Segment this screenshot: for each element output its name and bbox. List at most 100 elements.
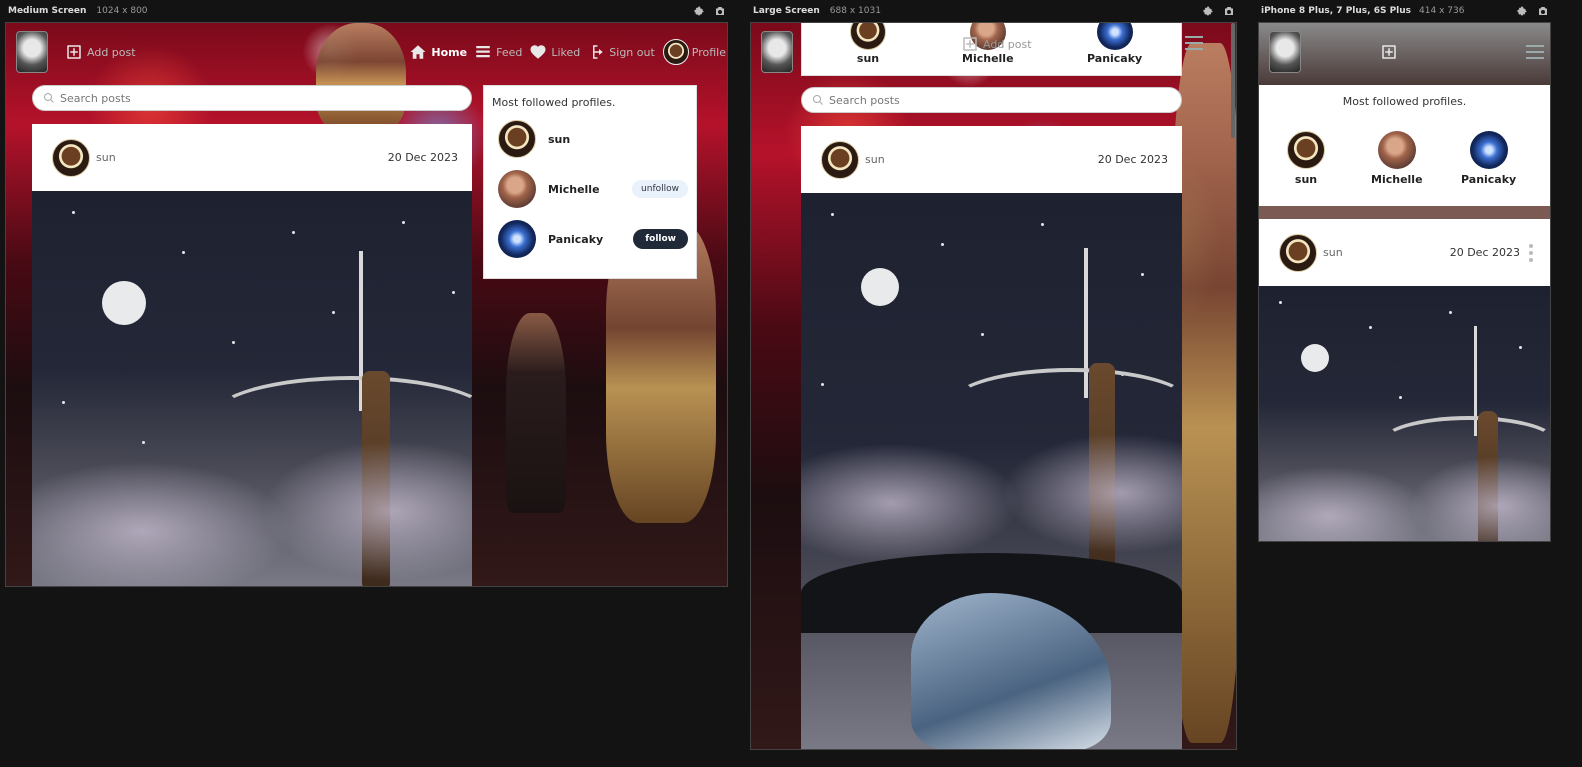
image-star: [1369, 326, 1372, 329]
plus-square-icon: [960, 34, 980, 54]
post-author-avatar[interactable]: [52, 138, 90, 177]
profile-avatar-sun[interactable]: [1287, 131, 1325, 169]
nav-feed-label: Feed: [496, 45, 523, 59]
panel-title: iPhone 8 Plus, 7 Plus, 6S Plus: [1261, 6, 1412, 16]
image-clouds: [1001, 433, 1182, 553]
profile-avatar-panicaky[interactable]: [498, 220, 536, 258]
preview-panel-large: Large Screen 688 x 1031 sun Michelle Pan…: [750, 0, 1237, 750]
profile-name-sun[interactable]: sun: [548, 133, 570, 146]
nav-sign-out[interactable]: Sign out: [586, 42, 655, 62]
plus-square-icon: [64, 42, 84, 62]
site-logo[interactable]: [16, 31, 48, 73]
scrollbar-thumb[interactable]: [1231, 23, 1235, 138]
search-bar[interactable]: [801, 87, 1182, 113]
viewport-large: sun Michelle Panicaky Add post sun 20: [750, 22, 1237, 750]
gear-icon[interactable]: [1201, 5, 1214, 18]
unfollow-button[interactable]: unfollow: [632, 180, 688, 198]
profile-card-panicaky: Panicaky: [1461, 131, 1516, 186]
panel-header: Large Screen 688 x 1031: [750, 0, 1237, 22]
camera-icon[interactable]: [713, 5, 726, 18]
viewport-medium: Add post Home Feed Liked Sign out Profil…: [5, 22, 728, 587]
camera-icon[interactable]: [1222, 5, 1235, 18]
post-author-name[interactable]: sun: [1323, 246, 1343, 259]
nav-feed[interactable]: Feed: [473, 42, 522, 62]
post-author-name[interactable]: sun: [865, 153, 885, 166]
most-followed-panel: Most followed profiles. sun Michelle Pan…: [1259, 85, 1550, 206]
search-input[interactable]: [60, 91, 461, 105]
plus-square-icon: [1379, 42, 1399, 62]
profile-name-panicaky[interactable]: Panicaky: [1087, 52, 1142, 65]
profile-avatar-sun[interactable]: [498, 120, 536, 158]
profile-name-michelle[interactable]: Michelle: [1371, 173, 1423, 186]
most-followed-panel: Most followed profiles. sun Michelle unf…: [483, 85, 697, 279]
image-star: [402, 221, 405, 224]
image-star: [292, 231, 295, 234]
image-star: [1041, 223, 1044, 226]
post-author-name[interactable]: sun: [96, 151, 116, 164]
nav-add-post[interactable]: Add post: [64, 42, 136, 62]
panel-dimensions: 414 x 736: [1419, 6, 1465, 16]
profile-avatar-panicaky[interactable]: [1096, 23, 1133, 50]
image-star: [142, 441, 145, 444]
search-input[interactable]: [829, 93, 1171, 107]
home-icon: [408, 42, 428, 62]
nav-add-post-label: Add post: [87, 45, 136, 59]
image-clouds: [1409, 456, 1550, 541]
search-bar[interactable]: [32, 85, 472, 111]
search-icon: [812, 94, 823, 105]
image-star: [1279, 301, 1282, 304]
profile-avatar-michelle[interactable]: [498, 170, 536, 208]
image-star: [831, 213, 834, 216]
image-moon: [861, 268, 899, 306]
image-clouds: [801, 443, 1021, 563]
hamburger-icon[interactable]: [1185, 36, 1203, 50]
image-moon: [102, 281, 146, 325]
most-followed-title: Most followed profiles.: [1342, 95, 1467, 108]
gear-icon[interactable]: [692, 5, 705, 18]
profile-name-michelle[interactable]: Michelle: [548, 183, 600, 196]
post-author-avatar[interactable]: [1279, 233, 1317, 272]
post-header: sun 20 Dec 2023: [801, 126, 1182, 193]
profile-name-sun[interactable]: sun: [857, 52, 879, 65]
camera-icon[interactable]: [1536, 5, 1549, 18]
site-logo[interactable]: [761, 31, 793, 73]
site-logo[interactable]: [1269, 31, 1301, 73]
post-image[interactable]: [801, 193, 1182, 749]
image-star: [1399, 396, 1402, 399]
profile-row-sun: sun: [492, 119, 688, 159]
gear-icon[interactable]: [1515, 5, 1528, 18]
nav-add-post[interactable]: Add post: [960, 34, 1032, 54]
search-icon: [43, 92, 54, 103]
profile-avatar-sun[interactable]: [850, 23, 886, 50]
image-star: [72, 211, 75, 214]
post-header: sun 20 Dec 2023: [32, 124, 472, 191]
hamburger-icon[interactable]: [1526, 45, 1544, 59]
nav-liked-label: Liked: [551, 45, 581, 59]
more-vertical-icon[interactable]: [1526, 243, 1536, 262]
nav-home-label: Home: [431, 45, 468, 59]
nav-liked[interactable]: Liked: [528, 42, 580, 62]
profile-avatar-michelle[interactable]: [1377, 131, 1416, 169]
image-star: [232, 341, 235, 344]
post-author-avatar[interactable]: [821, 140, 859, 179]
post-header: sun 20 Dec 2023: [1259, 219, 1550, 286]
profile-avatar-panicaky[interactable]: [1469, 131, 1508, 169]
profile-name-panicaky[interactable]: Panicaky: [1461, 173, 1516, 186]
image-star: [332, 311, 335, 314]
profile-card-sun: sun: [1287, 131, 1325, 186]
image-star: [182, 251, 185, 254]
post-image[interactable]: [1259, 286, 1550, 541]
profile-card-panicaky: Panicaky: [1087, 23, 1142, 65]
nav-home[interactable]: Home: [408, 42, 467, 62]
image-star: [941, 243, 944, 246]
image-moon: [1301, 344, 1329, 372]
nav-profile[interactable]: Profile: [662, 39, 726, 65]
profile-name-sun[interactable]: sun: [1295, 173, 1317, 186]
post-image[interactable]: [32, 191, 472, 586]
follow-button[interactable]: follow: [633, 229, 688, 249]
panel-dimensions: 1024 x 800: [96, 6, 148, 16]
profile-name-panicaky[interactable]: Panicaky: [548, 233, 603, 246]
image-clouds: [1259, 466, 1429, 541]
nav-add-post[interactable]: [1379, 42, 1399, 62]
image-bow: [951, 368, 1182, 438]
